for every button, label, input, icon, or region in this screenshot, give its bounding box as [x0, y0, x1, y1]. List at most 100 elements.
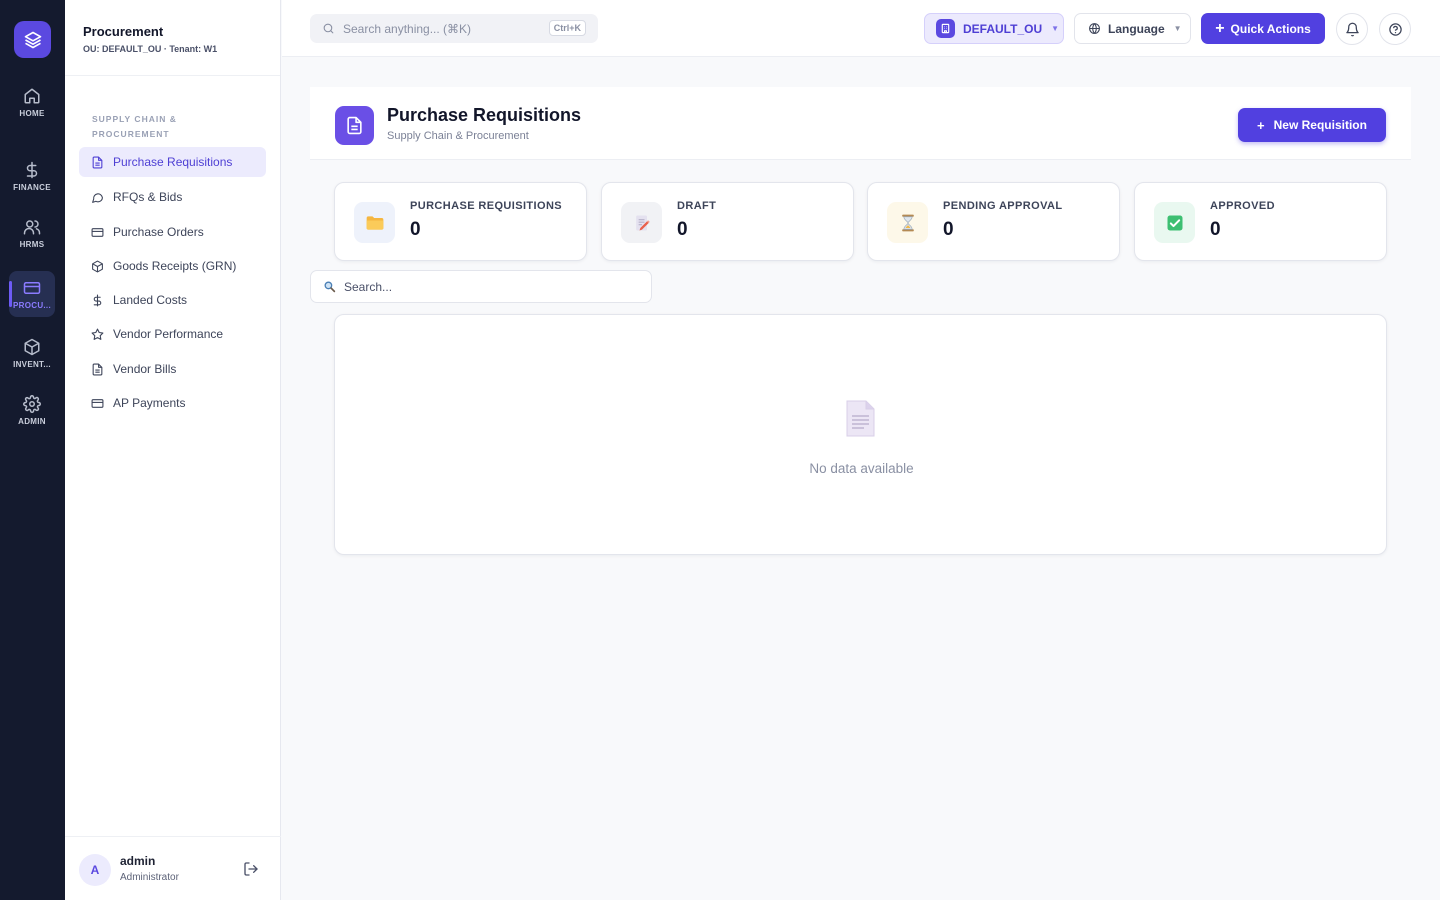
- chevron-down-icon: ▼: [1173, 24, 1182, 33]
- home-icon: [24, 88, 40, 103]
- module-sidebar: Procurement OU: DEFAULT_OU · Tenant: W1 …: [65, 0, 281, 900]
- language-selector[interactable]: Language ▼: [1074, 13, 1191, 44]
- nav-item-purchase-orders[interactable]: Purchase Orders: [79, 217, 266, 247]
- stat-card-draft: DRAFT 0: [601, 182, 854, 261]
- nav-section-title: SUPPLY CHAIN & PROCUREMENT: [92, 114, 177, 139]
- bell-icon: [1345, 22, 1359, 36]
- user-role: Administrator: [120, 872, 179, 883]
- folder-icon: [354, 202, 395, 243]
- avatar[interactable]: A: [79, 854, 111, 886]
- nav-item-label: AP Payments: [113, 396, 186, 410]
- rail-item-label: INVENT...: [13, 359, 51, 369]
- card-icon: [91, 398, 104, 408]
- chevron-down-icon: ▼: [1051, 24, 1060, 33]
- nav-item-label: Purchase Requisitions: [113, 155, 233, 169]
- module-subtitle: OU: DEFAULT_OU · Tenant: W1: [83, 44, 218, 54]
- nav-item-landed-costs[interactable]: Landed Costs: [79, 285, 266, 315]
- empty-document-icon: [846, 400, 875, 437]
- dollar-icon: [26, 161, 38, 178]
- table-search-placeholder: Search...: [344, 279, 393, 294]
- plus-icon: +: [1215, 19, 1225, 37]
- top-bar: Search anything... (⌘K) Ctrl+K DEFAULT_O…: [282, 0, 1440, 57]
- box-icon: [24, 338, 40, 355]
- nav-item-label: Landed Costs: [113, 293, 188, 307]
- logout-icon[interactable]: [243, 861, 259, 877]
- check-icon: [1154, 202, 1195, 243]
- star-icon: [91, 328, 104, 340]
- stat-card-purchase-requisitions: PURCHASE REQUISITIONS 0: [334, 182, 587, 261]
- empty-state-panel: No data available: [334, 314, 1387, 555]
- rail-item-finance[interactable]: FINANCE: [9, 153, 55, 199]
- nav-item-label: Vendor Bills: [113, 362, 177, 376]
- page-title: Purchase Requisitions: [387, 105, 582, 125]
- card-icon: [23, 281, 41, 294]
- app-rail: HOME FINANCE HRMS PROCU... INVENT... ADM…: [0, 0, 65, 900]
- rail-item-admin[interactable]: ADMIN: [9, 387, 55, 433]
- page-header: Purchase Requisitions Supply Chain & Pro…: [310, 87, 1411, 160]
- help-icon: [1388, 22, 1402, 36]
- user-name: admin: [120, 854, 156, 868]
- ou-selector[interactable]: DEFAULT_OU ▼: [924, 13, 1064, 44]
- building-icon: [936, 19, 955, 38]
- stat-label: PENDING APPROVAL: [943, 200, 1063, 212]
- rail-item-label: ADMIN: [18, 416, 46, 426]
- nav-item-ap-payments[interactable]: AP Payments: [79, 388, 266, 418]
- rail-item-label: HOME: [19, 108, 45, 118]
- global-search-placeholder: Search anything... (⌘K): [343, 21, 472, 36]
- rail-item-label: FINANCE: [13, 182, 51, 192]
- nav-item-vendor-performance[interactable]: Vendor Performance: [79, 319, 266, 349]
- globe-icon: [1089, 23, 1100, 34]
- document-icon: [92, 156, 103, 168]
- nav-item-rfqs-bids[interactable]: RFQs & Bids: [79, 182, 266, 212]
- quick-actions-label: Quick Actions: [1230, 21, 1311, 36]
- global-search-input[interactable]: Search anything... (⌘K) Ctrl+K: [310, 14, 598, 43]
- empty-state-text: No data available: [809, 461, 914, 476]
- nav-item-purchase-requisitions[interactable]: Purchase Requisitions: [79, 147, 266, 177]
- rail-item-procurement[interactable]: PROCU...: [9, 271, 55, 317]
- nav-item-goods-receipts[interactable]: Goods Receipts (GRN): [79, 251, 266, 281]
- ou-label: DEFAULT_OU: [963, 21, 1043, 36]
- users-icon: [23, 219, 41, 234]
- search-icon: [324, 281, 336, 293]
- app-logo[interactable]: [14, 21, 51, 58]
- shortcut-badge: Ctrl+K: [548, 20, 586, 36]
- stat-value: 0: [410, 219, 421, 240]
- stat-card-approved: APPROVED 0: [1134, 182, 1387, 261]
- dollar-icon: [93, 294, 102, 306]
- rail-item-inventory[interactable]: INVENT...: [9, 330, 55, 376]
- notifications-button[interactable]: [1336, 13, 1368, 45]
- table-search-input[interactable]: Search...: [310, 270, 652, 303]
- user-panel: A admin Administrator: [65, 836, 281, 900]
- stat-value: 0: [1210, 219, 1221, 240]
- stat-value: 0: [943, 219, 954, 240]
- plus-icon: +: [1257, 117, 1265, 133]
- stat-label: APPROVED: [1210, 200, 1275, 212]
- rail-item-label: PROCU...: [13, 300, 51, 310]
- rail-item-label: HRMS: [19, 239, 45, 249]
- module-title: Procurement: [83, 24, 164, 39]
- stat-value: 0: [677, 219, 688, 240]
- draft-icon: [621, 202, 662, 243]
- document-icon: [335, 106, 374, 145]
- stat-card-pending-approval: PENDING APPROVAL 0: [867, 182, 1120, 261]
- chat-icon: [92, 192, 103, 203]
- help-button[interactable]: [1379, 13, 1411, 45]
- stat-label: DRAFT: [677, 200, 717, 212]
- search-icon: [323, 23, 334, 34]
- new-requisition-button[interactable]: + New Requisition: [1238, 108, 1386, 142]
- language-label: Language: [1108, 21, 1165, 36]
- page-subtitle: Supply Chain & Procurement: [387, 130, 529, 142]
- rail-item-home[interactable]: HOME: [9, 79, 55, 125]
- nav-item-vendor-bills[interactable]: Vendor Bills: [79, 354, 266, 384]
- nav-item-label: Goods Receipts (GRN): [113, 259, 237, 273]
- card-icon: [91, 227, 104, 237]
- quick-actions-button[interactable]: + Quick Actions: [1201, 13, 1325, 44]
- stat-label: PURCHASE REQUISITIONS: [410, 200, 563, 212]
- rail-item-hrms[interactable]: HRMS: [9, 210, 55, 256]
- nav-item-label: Purchase Orders: [113, 225, 204, 239]
- document-icon: [92, 363, 103, 375]
- hourglass-icon: [887, 202, 928, 243]
- box-icon: [92, 260, 103, 272]
- new-requisition-label: New Requisition: [1273, 118, 1367, 132]
- gear-icon: [23, 394, 41, 413]
